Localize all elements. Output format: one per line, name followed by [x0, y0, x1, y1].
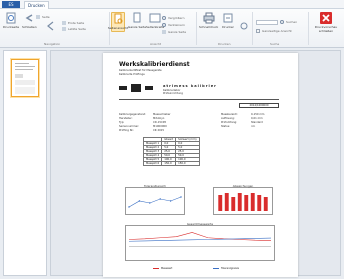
series-line — [128, 196, 182, 208]
data-point — [169, 200, 172, 202]
group-label-ansicht: Ansicht — [150, 42, 162, 46]
bar — [244, 195, 249, 211]
suchen-button[interactable]: Suchen — [280, 20, 297, 24]
drucker-button[interactable]: Drucker — [222, 12, 234, 30]
zoom-in-icon — [162, 16, 166, 20]
search-input[interactable] — [256, 20, 278, 25]
document-title: Werkskalibrierdienst — [119, 61, 190, 68]
tab-drucken[interactable]: Drucken — [24, 1, 49, 9]
bar — [224, 193, 229, 211]
bar — [231, 197, 236, 211]
bar — [237, 193, 242, 211]
separator — [308, 12, 309, 45]
info-labels: Kalibriergegenstand: Hersteller: Typ: Se… — [119, 113, 146, 132]
brand-logo — [119, 84, 153, 92]
tab-bar: ES Drucken — [0, 0, 344, 9]
table-row: Messpkt 6 150,0 150,0 — [142, 161, 200, 166]
printer-icon — [203, 12, 215, 24]
chart-title: Gesamtmesswerte — [186, 222, 214, 226]
info-right-labels: Messbereich: Auflösung: Prüfumfang: Stat… — [221, 113, 239, 128]
series-line — [128, 232, 272, 241]
brand-name: atrimess kalibrier — [163, 84, 217, 88]
gear-icon — [238, 20, 250, 32]
druckseite-button[interactable]: Druckseite — [3, 12, 19, 30]
subtitle-line: Kalibrierte Prüflinge — [119, 73, 145, 76]
page-icon — [36, 15, 40, 19]
letzte-seite-button[interactable]: Letzte Seite — [62, 27, 86, 31]
close-icon — [320, 12, 332, 24]
brand-sub: Prüfeinrichtung — [163, 92, 183, 95]
whole-page-small-button[interactable]: Ganze Seite — [162, 30, 186, 34]
page-thumbnail[interactable] — [11, 59, 39, 97]
thumbnail-panel[interactable] — [3, 50, 47, 276]
subtitle-line: Kalibrierzertifikat für Messgeräte — [119, 69, 162, 72]
schliessen-button[interactable]: Schließen — [22, 12, 37, 30]
chart-title: Toleranzbereich — [144, 184, 166, 188]
back-arrow-icon — [23, 12, 35, 24]
chart-tolerance: Toleranzbereich — [125, 184, 185, 215]
arrow-left-icon — [45, 20, 57, 32]
schnelldruck-button[interactable]: Schnelldruck — [199, 12, 218, 30]
group-label-drucken: Drucken — [218, 42, 231, 46]
zoom-out-icon — [162, 23, 166, 27]
bar — [250, 193, 255, 211]
info-values: Messschieber Mitutoyo CD-15CPX M1000000 … — [153, 113, 171, 132]
document-preview-area[interactable]: Werkskalibrierdienst Kalibrierzertifikat… — [50, 50, 341, 277]
erste-seite-button[interactable]: Erste Seite — [62, 21, 84, 25]
chart-title: Abweichungen — [232, 184, 254, 188]
seitenansicht-button[interactable]: Seitenansicht — [108, 12, 128, 32]
last-page-icon — [62, 27, 66, 31]
chart-total: Gesamtmesswerte — [125, 222, 275, 261]
page-view-icon — [112, 13, 124, 25]
separator — [196, 12, 197, 45]
zoom-in-button[interactable]: Vergrößern — [162, 16, 185, 20]
bar — [218, 195, 223, 211]
ganze-ansicht-option[interactable]: Ganzseitige Ansicht — [256, 29, 292, 33]
close-preview-button[interactable]: Druckvorschau schließen — [311, 12, 341, 33]
ganze-seite-button[interactable]: Ganze Seite — [128, 12, 146, 30]
seite-label-row: Seite — [36, 15, 50, 19]
data-point — [149, 202, 151, 204]
app-menu-button[interactable]: ES — [2, 1, 20, 8]
printer-settings-icon — [222, 12, 234, 24]
data-point — [128, 206, 130, 208]
data-point — [138, 200, 141, 202]
document-page: Werkskalibrierdienst Kalibrierzertifikat… — [103, 53, 298, 277]
checkbox-icon — [256, 29, 260, 33]
chart-deviation: Abweichungen — [213, 184, 273, 215]
ribbon: Druckseite Schließen Seite Erste Seite L… — [0, 9, 344, 48]
data-point — [159, 198, 161, 200]
zoom-out-button[interactable]: Verkleinern — [162, 23, 185, 27]
print-options-button[interactable] — [238, 20, 250, 34]
search-icon — [280, 20, 284, 24]
prev-page-button[interactable] — [45, 20, 57, 34]
page-width-icon — [149, 12, 161, 24]
legend-item: Toleranzgrenze — [213, 267, 239, 270]
measurement-table: Istwert Sollwert (mm) Messpkt 1 0,0 0,0 Me… — [142, 137, 200, 166]
info-right-values: 0-150 mm 0,01 mm Standard i.O. — [251, 113, 265, 128]
legend-swatch — [153, 268, 159, 269]
page-small-icon — [162, 30, 166, 34]
whole-page-icon — [131, 12, 143, 24]
separator — [252, 12, 253, 45]
data-point — [180, 196, 182, 198]
legend-swatch — [213, 268, 219, 269]
group-label-navigation: Navigation — [44, 42, 61, 46]
bar — [263, 197, 268, 211]
printer-page-icon — [5, 12, 17, 24]
group-label-suche: Suche — [270, 42, 280, 46]
first-page-icon — [62, 21, 66, 25]
bar — [257, 195, 262, 211]
legend-item: Messwert — [153, 267, 172, 270]
cert-number: 2014/1000000 — [239, 103, 279, 108]
